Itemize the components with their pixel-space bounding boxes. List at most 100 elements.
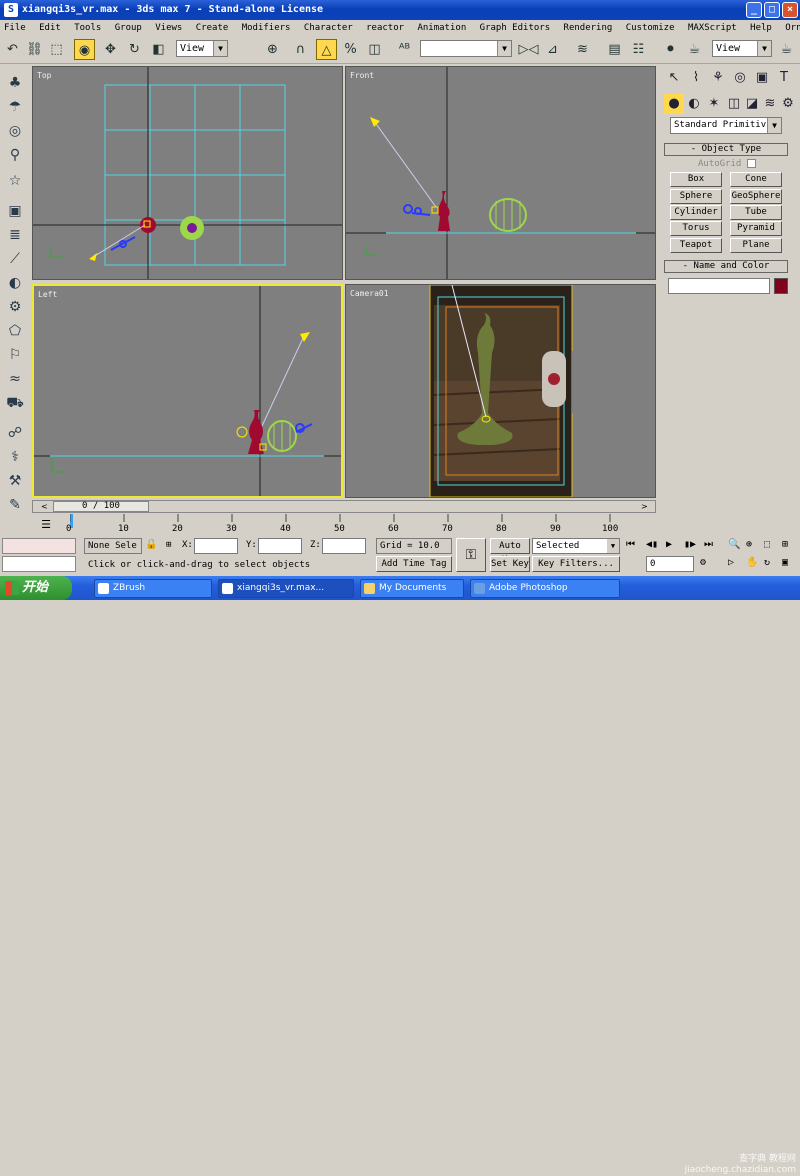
motor-icon[interactable]: ⚐ [4,346,26,364]
analyze-icon[interactable]: ⚒ [4,472,26,490]
cylinder-button[interactable]: Cylinder [670,205,722,220]
undo-icon[interactable]: ↶ [2,39,23,60]
sphere-collection-icon[interactable]: ◎ [4,122,26,140]
reactor-icon[interactable]: ♣ [4,74,26,92]
curve-editor-icon[interactable]: ▤ [604,39,625,60]
maximize-viewport-icon[interactable]: ▣ [782,556,788,570]
slider-right-arrow-icon[interactable]: > [641,501,649,512]
ragdoll-icon[interactable]: ⚕ [4,448,26,466]
play-icon[interactable]: ▶ [666,538,672,552]
torus-button[interactable]: Torus [670,221,722,236]
scale-icon[interactable]: ◧ [148,39,169,60]
goto-start-icon[interactable]: ⏮ [626,538,635,552]
slider-left-arrow-icon[interactable]: < [41,501,49,512]
start-button[interactable]: 开始 [0,576,72,600]
maxscript-listener-white[interactable] [2,556,76,572]
named-selection-dropdown[interactable]: ▼ [420,40,512,57]
spinner-snap-icon[interactable]: ◫ [364,39,385,60]
menu-tools[interactable]: Tools [74,23,101,33]
name-color-rollout-header[interactable]: - Name and Color [664,260,788,273]
geometry-icon[interactable]: ● [664,94,684,114]
pivot-icon[interactable]: ⊕ [262,39,283,60]
frame-counter[interactable]: 0 / 100 [53,501,149,512]
modify-tab-icon[interactable]: ⌇ [686,68,706,88]
display-tab-icon[interactable]: ▣ [752,68,772,88]
create-tab-icon[interactable]: ↖ [664,68,684,88]
maxscript-listener-pink[interactable] [2,538,76,554]
object-type-rollout-header[interactable]: - Object Type [664,143,788,156]
next-frame-icon[interactable]: ▮▶ [684,538,696,552]
menu-graph-editors[interactable]: Graph Editors [480,23,550,33]
move-icon[interactable]: ✥ [100,39,121,60]
edit-named-selection-icon[interactable]: ᴬᴮ [394,39,415,60]
key-filters-button[interactable]: Key Filters... [532,556,620,572]
menu-maxscript[interactable]: MAXScript [688,23,737,33]
preview-icon[interactable]: ☍ [4,424,26,442]
menu-help[interactable]: Help [750,23,772,33]
menu-character[interactable]: Character [304,23,353,33]
utilities-tab-icon[interactable]: T [774,68,794,88]
motion-tab-icon[interactable]: ◎ [730,68,750,88]
box-button[interactable]: Box [670,172,722,187]
mirror-icon[interactable]: ▷◁ [518,39,539,60]
maximize-button[interactable]: □ [764,2,780,18]
cameras-icon[interactable]: ◫ [724,94,744,114]
zoom-icon[interactable]: 🔍 [728,538,740,552]
auto-key-button[interactable]: Auto Key [490,538,530,565]
space-warps-icon[interactable]: ≋ [760,94,780,114]
viewport-top[interactable]: Top [32,66,343,280]
geosphere-button[interactable]: GeoSphere [730,189,782,204]
menu-edit[interactable]: Edit [39,23,61,33]
menu-reactor[interactable]: reactor [366,23,404,33]
absolute-mode-icon[interactable]: ⊞ [166,538,171,552]
set-key-icon[interactable]: ⚿ [456,538,486,572]
select-region-icon[interactable]: ⬚ [46,39,67,60]
viewport-left[interactable]: Left [32,284,343,498]
zoom-extents-icon[interactable]: ⬚ [764,538,770,552]
pan-icon[interactable]: ✋ [746,556,758,570]
plane-icon[interactable]: ◐ [4,274,26,292]
menu-modifiers[interactable]: Modifiers [242,23,291,33]
menu-group[interactable]: Group [115,23,142,33]
viewport-front[interactable]: Front [345,66,656,280]
angle-snap-icon[interactable]: △ [316,39,337,60]
zoom-all-icon[interactable]: ⊕ [746,538,752,552]
teapot-button[interactable]: Teapot [670,238,722,253]
object-name-field[interactable] [668,278,770,294]
field-of-view-icon[interactable]: ▷ [728,556,734,570]
task-my-documents[interactable]: My Documents [360,579,464,598]
pyramid-button[interactable]: Pyramid [730,221,782,236]
viewport-camera[interactable]: Camera01 [345,284,656,498]
goto-end-icon[interactable]: ⏭ [704,538,713,552]
snap-icon[interactable]: ∩ [290,39,311,60]
plane-button[interactable]: Plane [730,238,782,253]
percent-snap-icon[interactable]: % [340,39,361,60]
menu-ornatrix[interactable]: Ornatrix [785,23,800,33]
track-bar[interactable]: ☰ 0 10 20 30 40 50 60 70 80 90 100 [0,514,658,536]
soft-body-icon[interactable]: ▣ [4,202,26,220]
object-color-swatch[interactable] [774,278,788,294]
hierarchy-tab-icon[interactable]: ⚘ [708,68,728,88]
tube-button[interactable]: Tube [730,205,782,220]
time-slider[interactable]: < 0 / 100 > [32,500,656,513]
task-photoshop[interactable]: Adobe Photoshop [470,579,620,598]
helpers-icon[interactable]: ◪ [742,94,762,114]
category-dropdown[interactable]: Standard Primitiv ▼ [670,117,782,134]
sphere-button[interactable]: Sphere [670,189,722,204]
lock-icon[interactable]: 🔒 [145,538,157,552]
x-coord-field[interactable] [194,538,238,554]
orbit-icon[interactable]: ↻ [764,556,770,570]
task-3dsmax[interactable]: xiangqi3s_vr.max... [218,579,354,598]
schematic-view-icon[interactable]: ☷ [628,39,649,60]
time-config-icon[interactable]: ⚙ [700,556,706,570]
menu-create[interactable]: Create [196,23,229,33]
minimize-button[interactable]: _ [746,2,762,18]
y-coord-field[interactable] [258,538,302,554]
render-scene-icon[interactable]: ☕ [684,39,705,60]
create-animation-icon[interactable]: ✎ [4,496,26,514]
previous-frame-icon[interactable]: ◀▮ [646,538,658,552]
zoom-extents-all-icon[interactable]: ⊞ [782,538,788,552]
select-object-icon[interactable]: ◉ [74,39,95,60]
wind-icon[interactable]: ≈ [4,370,26,388]
menu-file[interactable]: File [4,23,26,33]
